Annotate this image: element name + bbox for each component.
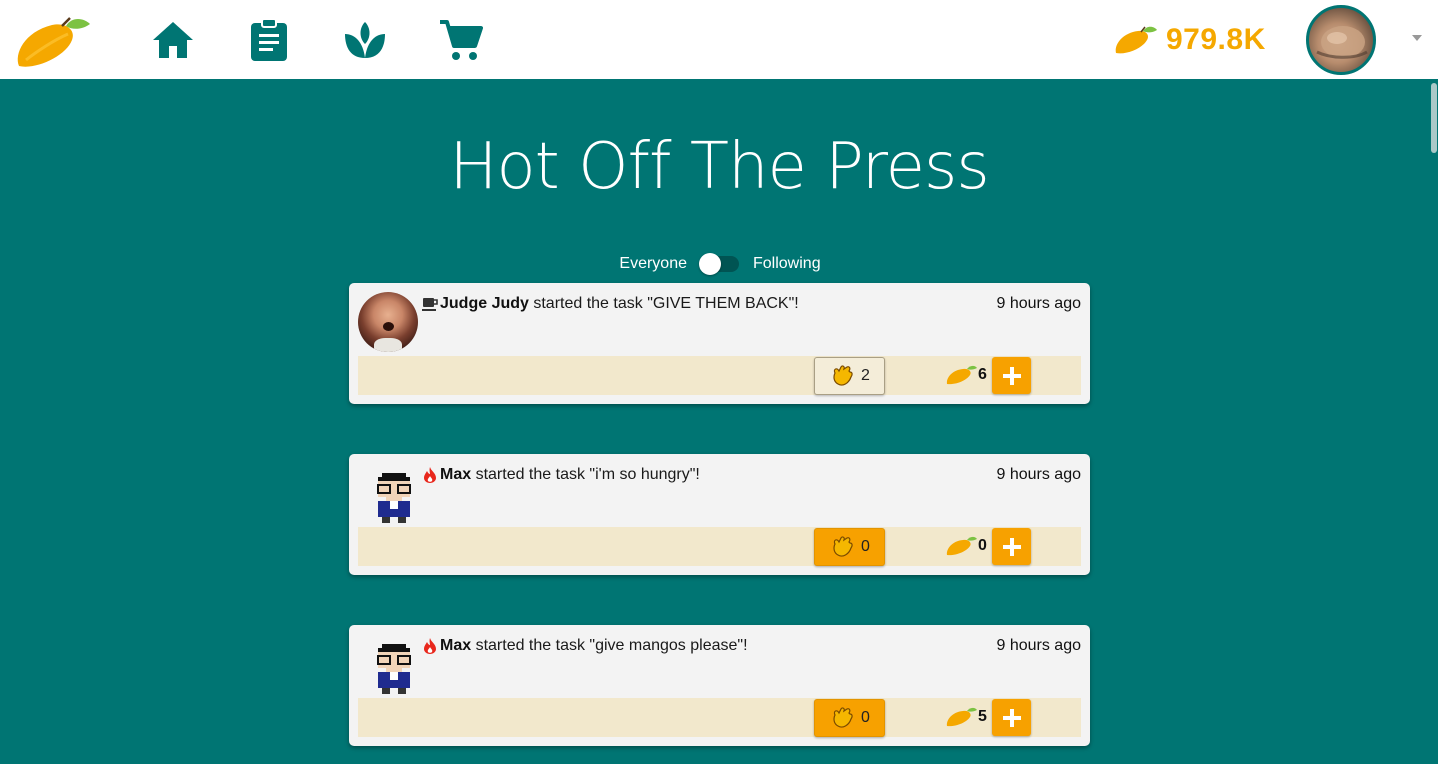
mango-tip-count: 5 [946, 705, 987, 729]
post-text: Max started the task "give mangos please… [421, 637, 981, 655]
post-timestamp: 9 hours ago [996, 466, 1081, 483]
home-icon[interactable] [150, 17, 196, 63]
mango-balance[interactable]: 979.8K [1114, 22, 1266, 58]
add-mango-button[interactable] [992, 528, 1031, 565]
feed-post: Max started the task "give mangos please… [349, 625, 1090, 746]
mango-icon [946, 707, 977, 727]
post-text: Max started the task "i'm so hungry"! [421, 466, 981, 484]
post-message: started the task "GIVE THEM BACK"! [528, 295, 799, 312]
feed-post: Judge Judy started the task "GIVE THEM B… [349, 283, 1090, 404]
feed-switch[interactable] [699, 253, 739, 275]
post-message: started the task "i'm so hungry"! [471, 466, 700, 483]
chevron-down-icon[interactable] [1412, 35, 1422, 41]
clap-icon [833, 365, 853, 386]
clap-button[interactable]: 2 [814, 357, 885, 395]
plus-icon [1002, 708, 1021, 727]
switch-knob[interactable] [699, 253, 721, 275]
post-actions: 2 6 [358, 356, 1081, 395]
cart-icon[interactable] [438, 17, 484, 63]
post-username[interactable]: Max [440, 637, 471, 655]
mango-count: 5 [978, 708, 987, 725]
post-actions: 0 0 [358, 527, 1081, 566]
clap-icon [833, 707, 853, 728]
avatar[interactable] [358, 463, 418, 523]
mango-count: 0 [978, 537, 987, 554]
add-mango-button[interactable] [992, 699, 1031, 736]
fire-icon [424, 467, 436, 483]
clap-button[interactable]: 0 [814, 699, 885, 737]
toggle-label-everyone[interactable]: Everyone [619, 255, 687, 273]
mango-icon [946, 536, 977, 556]
balance-amount: 979.8K [1166, 23, 1266, 56]
post-timestamp: 9 hours ago [996, 295, 1081, 312]
clap-icon [833, 536, 853, 557]
avatar[interactable] [358, 634, 418, 694]
fire-icon [424, 638, 436, 654]
mango-tip-count: 0 [946, 534, 987, 558]
post-text: Judge Judy started the task "GIVE THEM B… [421, 295, 981, 313]
sprout-icon[interactable] [342, 17, 388, 63]
avatar[interactable] [358, 292, 418, 352]
post-actions: 0 5 [358, 698, 1081, 737]
avatar[interactable] [1306, 5, 1376, 75]
clipboard-icon[interactable] [246, 17, 292, 63]
toggle-label-following[interactable]: Following [753, 255, 821, 273]
post-timestamp: 9 hours ago [996, 637, 1081, 654]
clap-count: 0 [861, 538, 870, 555]
coffee-icon [422, 298, 438, 311]
mango-count: 6 [978, 366, 987, 383]
mango-icon [1115, 26, 1157, 54]
plus-icon [1002, 366, 1021, 385]
clap-button[interactable]: 0 [814, 528, 885, 566]
page-title: Hot Off The Press [449, 130, 989, 204]
plus-icon [1002, 537, 1021, 556]
mango-icon [946, 365, 977, 385]
mango-logo-icon[interactable] [14, 14, 94, 70]
clap-count: 0 [861, 709, 870, 726]
add-mango-button[interactable] [992, 357, 1031, 394]
post-username[interactable]: Judge Judy [440, 295, 529, 313]
post-username[interactable]: Max [440, 466, 471, 484]
mango-tip-count: 6 [946, 363, 987, 387]
feed-post: Max started the task "i'm so hungry"! 9 … [349, 454, 1090, 575]
top-navbar: 979.8K [0, 0, 1438, 79]
clap-count: 2 [861, 367, 870, 384]
feed-filter-toggle: Everyone Following [580, 250, 860, 278]
post-message: started the task "give mangos please"! [471, 637, 748, 654]
